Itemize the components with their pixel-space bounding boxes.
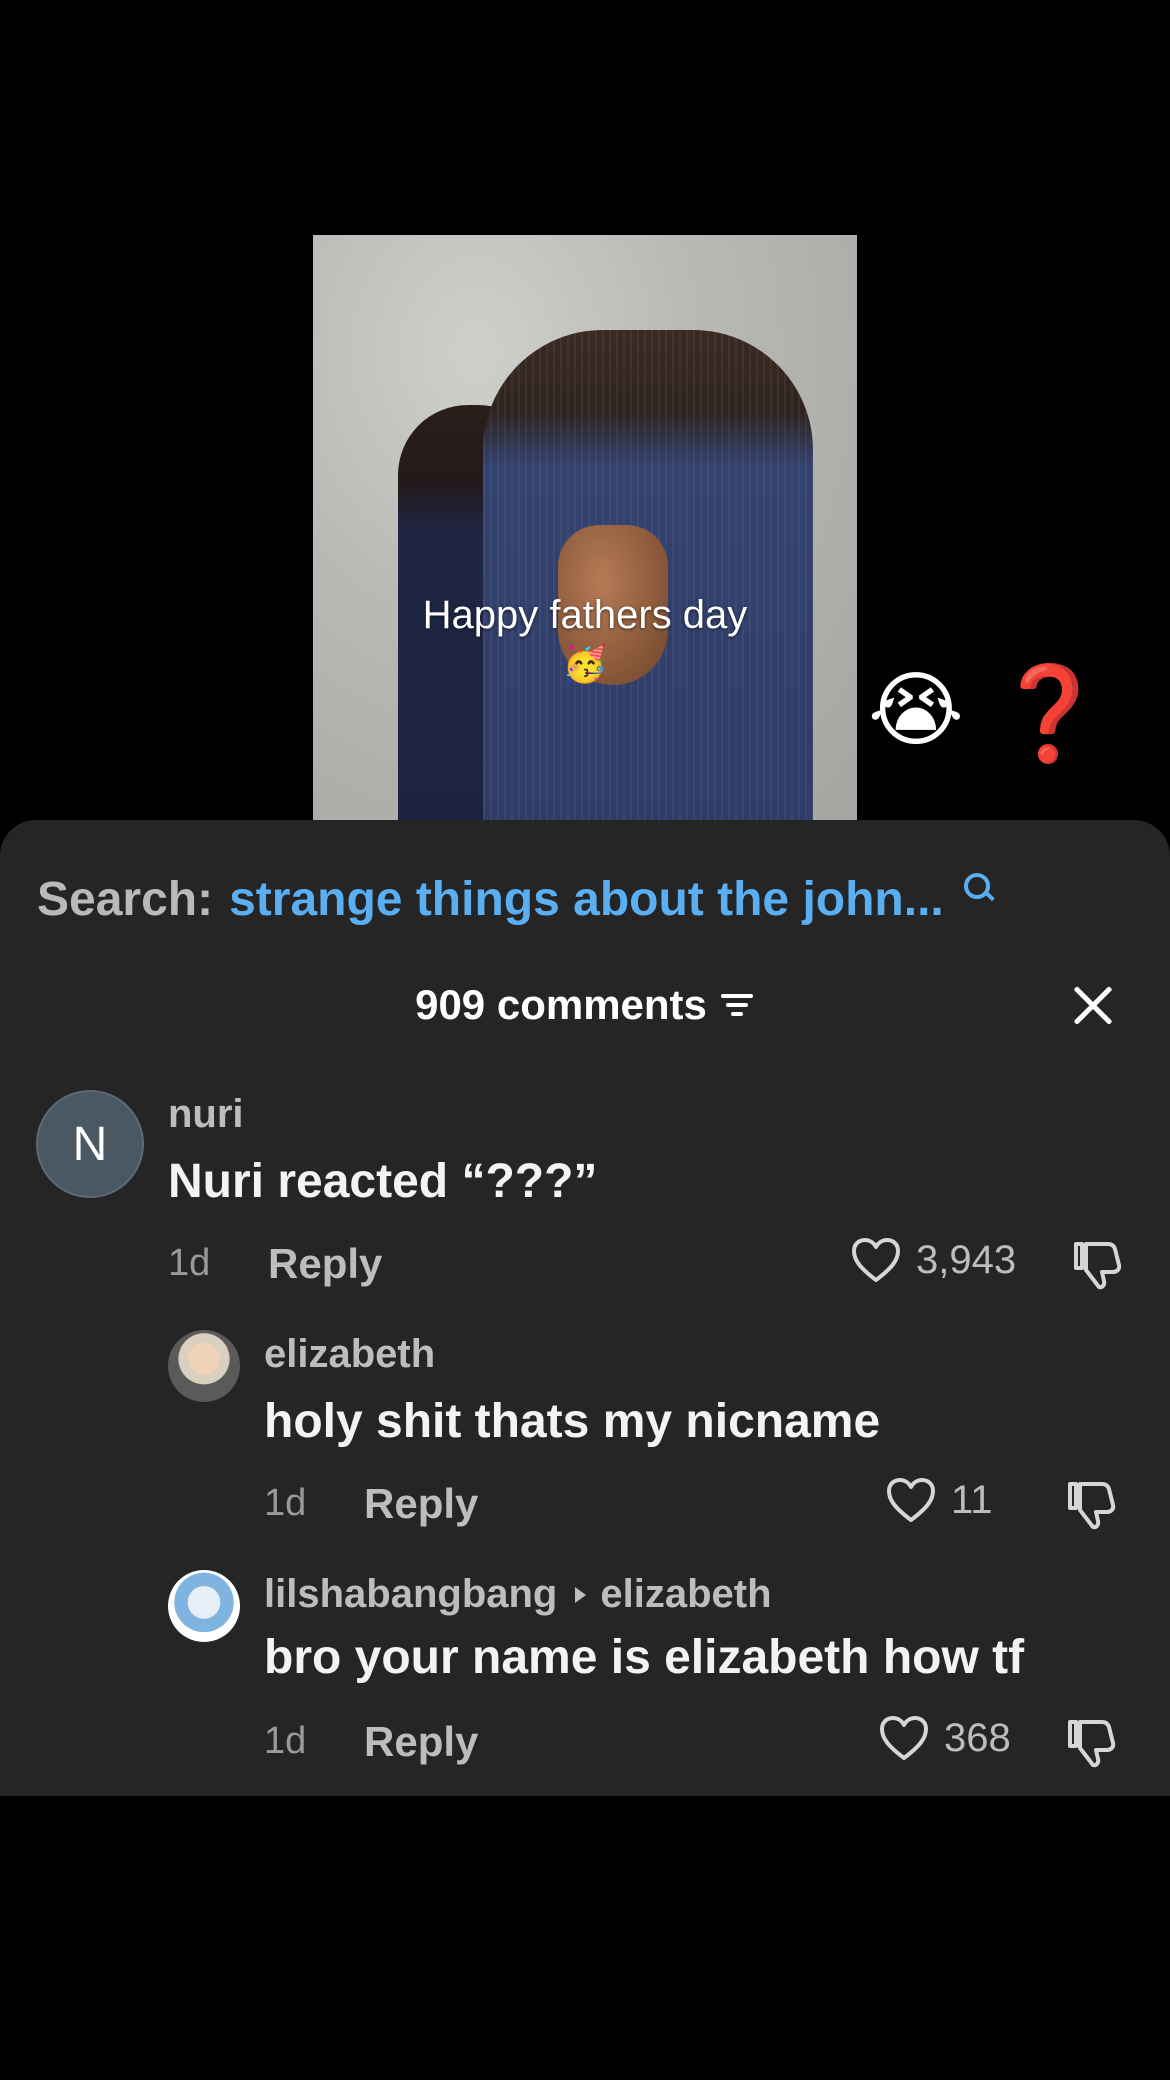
- heart-icon: [850, 1236, 902, 1284]
- like-count: 3,943: [916, 1237, 1017, 1282]
- like-button[interactable]: 3,943: [850, 1236, 1016, 1284]
- comment-text: Nuri reacted “???”: [168, 1155, 598, 1208]
- comment-time: 1d: [264, 1482, 307, 1524]
- party-face-emoji: 🥳: [562, 643, 608, 684]
- like-count: 368: [944, 1715, 1011, 1760]
- search-query-link[interactable]: strange things about the john...: [229, 872, 944, 927]
- heart-icon: [885, 1476, 937, 1524]
- search-suggestion[interactable]: Search: strange things about the john...: [37, 864, 1150, 934]
- reply-button[interactable]: Reply: [364, 1480, 478, 1528]
- comment-username[interactable]: nuri: [168, 1092, 244, 1137]
- comment-text: bro your name is elizabeth how tf: [264, 1631, 1025, 1684]
- video-thumbnail[interactable]: Happy fathers day 🥳: [313, 235, 857, 820]
- avatar[interactable]: N: [36, 1090, 144, 1198]
- heart-icon: [878, 1714, 930, 1762]
- crying-face-emoji: 😭: [868, 665, 964, 756]
- avatar[interactable]: [168, 1570, 240, 1642]
- dislike-icon[interactable]: [1064, 1716, 1118, 1768]
- like-count: 11: [951, 1477, 993, 1522]
- comment-time: 1d: [264, 1720, 307, 1762]
- like-button[interactable]: 368: [878, 1714, 1011, 1762]
- close-icon[interactable]: [1070, 983, 1116, 1029]
- comment-username[interactable]: lilshabangbang elizabeth: [264, 1572, 772, 1617]
- avatar[interactable]: [168, 1330, 240, 1402]
- like-button[interactable]: 11: [885, 1476, 993, 1524]
- comments-count: 909 comments: [415, 981, 707, 1028]
- comment-text: holy shit thats my nicname: [264, 1395, 881, 1448]
- reply-arrow-icon: [575, 1587, 587, 1603]
- dislike-icon[interactable]: [1070, 1238, 1124, 1290]
- search-icon: [963, 873, 994, 903]
- comment-username-text: lilshabangbang: [264, 1572, 558, 1616]
- reply-button[interactable]: Reply: [364, 1718, 478, 1766]
- video-caption: Happy fathers day: [422, 593, 748, 637]
- red-question-mark-icon: ❓: [992, 663, 1107, 765]
- comment-username[interactable]: elizabeth: [264, 1332, 435, 1377]
- comments-header: 909 comments: [0, 975, 1170, 1035]
- search-label: Search:: [37, 872, 214, 926]
- comments-sheet: Search: strange things about the john...…: [0, 820, 1170, 1796]
- comment-time: 1d: [168, 1242, 211, 1284]
- dislike-icon[interactable]: [1064, 1478, 1118, 1530]
- reply-button[interactable]: Reply: [268, 1240, 382, 1288]
- reply-to-username[interactable]: elizabeth: [600, 1572, 771, 1616]
- sort-filter-icon[interactable]: [719, 992, 755, 1018]
